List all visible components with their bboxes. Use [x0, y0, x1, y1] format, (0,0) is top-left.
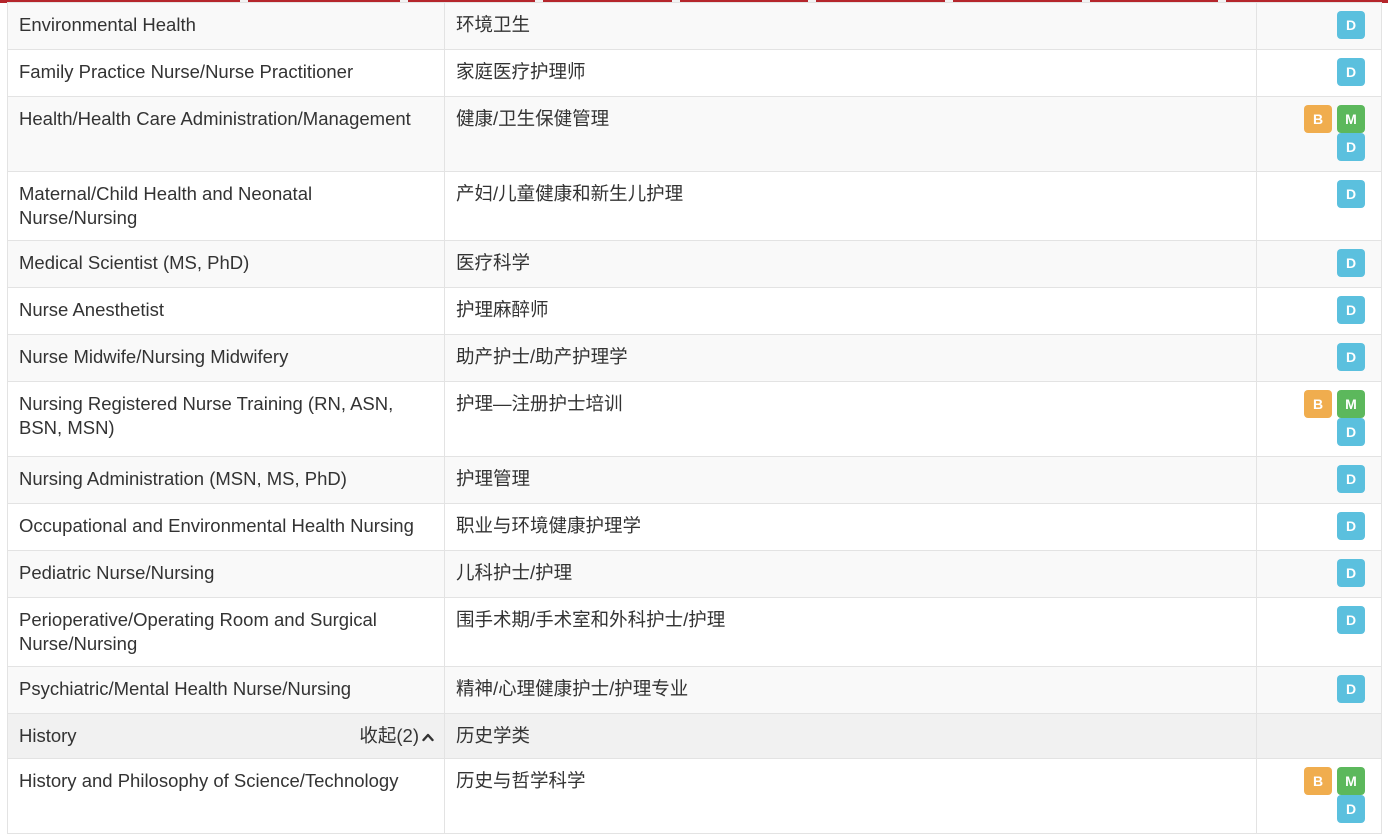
- major-name-cn: 护理麻醉师: [444, 287, 1257, 335]
- doctorate-badge[interactable]: D: [1337, 418, 1365, 446]
- degree-badges: D: [1256, 597, 1382, 667]
- major-name-cn: 环境卫生: [444, 2, 1257, 50]
- major-name-cn: 助产护士/助产护理学: [444, 334, 1257, 382]
- doctorate-badge[interactable]: D: [1337, 606, 1365, 634]
- table-row[interactable]: Occupational and Environmental Health Nu…: [7, 503, 1382, 551]
- degree-badges: D: [1256, 287, 1382, 335]
- table-row[interactable]: Health/Health Care Administration/Manage…: [7, 96, 1382, 172]
- doctorate-badge[interactable]: D: [1337, 133, 1365, 161]
- major-name-en: Health/Health Care Administration/Manage…: [7, 96, 445, 172]
- degree-badges: D: [1256, 334, 1382, 382]
- degree-badges: B MD: [1256, 758, 1382, 834]
- bachelor-badge[interactable]: B: [1304, 105, 1332, 133]
- doctorate-badge[interactable]: D: [1337, 343, 1365, 371]
- table-row[interactable]: Environmental Health 环境卫生 D: [7, 2, 1382, 50]
- major-name-en: Nursing Registered Nurse Training (RN, A…: [7, 381, 445, 457]
- major-name-en: Nurse Anesthetist: [7, 287, 445, 335]
- major-name-en: Medical Scientist (MS, PhD): [7, 240, 445, 288]
- major-name-cn: 护理管理: [444, 456, 1257, 504]
- doctorate-badge[interactable]: D: [1337, 180, 1365, 208]
- major-name-en: Psychiatric/Mental Health Nurse/Nursing: [7, 666, 445, 714]
- major-name-en: Nurse Midwife/Nursing Midwifery: [7, 334, 445, 382]
- major-name-cn: 历史与哲学科学: [444, 758, 1257, 834]
- major-name-en: Nursing Administration (MSN, MS, PhD): [7, 456, 445, 504]
- bachelor-badge[interactable]: B: [1304, 390, 1332, 418]
- doctorate-badge[interactable]: D: [1337, 11, 1365, 39]
- doctorate-badge[interactable]: D: [1337, 249, 1365, 277]
- master-badge[interactable]: M: [1337, 767, 1365, 795]
- doctorate-badge[interactable]: D: [1337, 559, 1365, 587]
- degree-badges: D: [1256, 171, 1382, 241]
- degree-badges: B MD: [1256, 96, 1382, 172]
- master-badge[interactable]: M: [1337, 105, 1365, 133]
- table-row[interactable]: Nurse Midwife/Nursing Midwifery 助产护士/助产护…: [7, 334, 1382, 382]
- major-name-cn: 医疗科学: [444, 240, 1257, 288]
- major-name-cn: 健康/卫生保健管理: [444, 96, 1257, 172]
- major-name-en: Pediatric Nurse/Nursing: [7, 550, 445, 598]
- degree-badges: D: [1256, 2, 1382, 50]
- table-row[interactable]: Nurse Anesthetist 护理麻醉师 D: [7, 287, 1382, 335]
- major-name-en: Perioperative/Operating Room and Surgica…: [7, 597, 445, 667]
- major-name-en: Environmental Health: [7, 2, 445, 50]
- major-name-cn: 护理—注册护士培训: [444, 381, 1257, 457]
- major-name-cn: 围手术期/手术室和外科护士/护理: [444, 597, 1257, 667]
- doctorate-badge[interactable]: D: [1337, 465, 1365, 493]
- doctorate-badge[interactable]: D: [1337, 296, 1365, 324]
- degree-badges: D: [1256, 503, 1382, 551]
- degree-badges: B MD: [1256, 381, 1382, 457]
- table-row[interactable]: Nursing Registered Nurse Training (RN, A…: [7, 381, 1382, 457]
- major-name-cn: 家庭医疗护理师: [444, 49, 1257, 97]
- chevron-up-icon: [422, 733, 434, 742]
- major-name-cn: 精神/心理健康护士/护理专业: [444, 666, 1257, 714]
- degree-badges: D: [1256, 550, 1382, 598]
- major-name-cn: 职业与环境健康护理学: [444, 503, 1257, 551]
- collapse-label: 收起(2): [359, 725, 419, 746]
- doctorate-badge[interactable]: D: [1337, 675, 1365, 703]
- table-row[interactable]: Medical Scientist (MS, PhD) 医疗科学 D: [7, 240, 1382, 288]
- category-name-en: History: [19, 725, 77, 746]
- table-row[interactable]: Nursing Administration (MSN, MS, PhD) 护理…: [7, 456, 1382, 504]
- degree-badges: D: [1256, 456, 1382, 504]
- doctorate-badge[interactable]: D: [1337, 795, 1365, 823]
- majors-table: Environmental Health 环境卫生 D Family Pract…: [7, 2, 1382, 834]
- doctorate-badge[interactable]: D: [1337, 512, 1365, 540]
- degree-badges: D: [1256, 49, 1382, 97]
- major-name-en: Family Practice Nurse/Nurse Practitioner: [7, 49, 445, 97]
- degree-badges: D: [1256, 666, 1382, 714]
- table-row[interactable]: History and Philosophy of Science/Techno…: [7, 758, 1382, 834]
- major-name-en: History and Philosophy of Science/Techno…: [7, 758, 445, 834]
- collapse-toggle[interactable]: 收起(2): [359, 724, 434, 748]
- table-row[interactable]: Pediatric Nurse/Nursing 儿科护士/护理 D: [7, 550, 1382, 598]
- degree-badges: D: [1256, 240, 1382, 288]
- master-badge[interactable]: M: [1337, 390, 1365, 418]
- major-name-cn: 儿科护士/护理: [444, 550, 1257, 598]
- major-name-cn: 产妇/儿童健康和新生儿护理: [444, 171, 1257, 241]
- table-row[interactable]: Perioperative/Operating Room and Surgica…: [7, 597, 1382, 667]
- table-row[interactable]: Psychiatric/Mental Health Nurse/Nursing …: [7, 666, 1382, 714]
- doctorate-badge[interactable]: D: [1337, 58, 1365, 86]
- major-name-en: Maternal/Child Health and Neonatal Nurse…: [7, 171, 445, 241]
- table-row[interactable]: Maternal/Child Health and Neonatal Nurse…: [7, 171, 1382, 241]
- bachelor-badge[interactable]: B: [1304, 767, 1332, 795]
- table-row[interactable]: Family Practice Nurse/Nurse Practitioner…: [7, 49, 1382, 97]
- major-name-en: Occupational and Environmental Health Nu…: [7, 503, 445, 551]
